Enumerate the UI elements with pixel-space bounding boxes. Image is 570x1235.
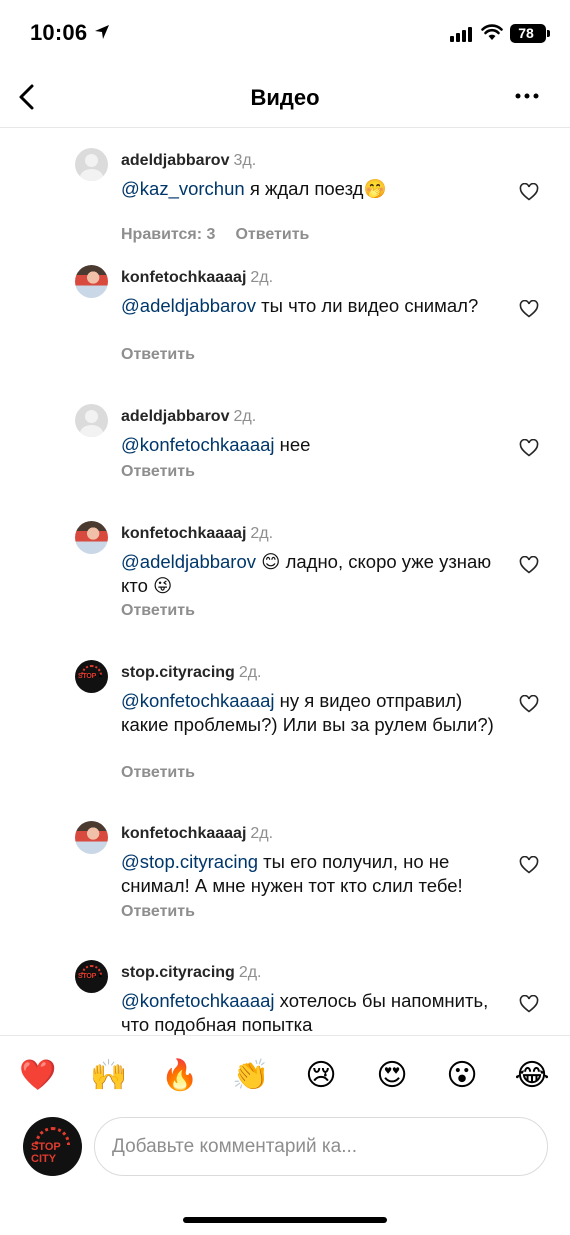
comment-time: 3д. (233, 152, 257, 169)
comment-text: @adeldjabbarov ты что ли видео снимал? (121, 294, 501, 318)
comment-mention[interactable]: @kaz_vorchun (121, 178, 245, 199)
avatar[interactable] (75, 521, 108, 554)
heart-icon[interactable] (519, 183, 539, 201)
avatar[interactable] (75, 265, 108, 298)
reply-button[interactable]: Ответить (235, 226, 309, 243)
reply-button[interactable]: Ответить (121, 764, 195, 781)
comment-time: 2д. (250, 269, 274, 286)
heart-icon[interactable] (519, 856, 539, 874)
battery-indicator: 78 (510, 24, 550, 43)
comment-body: нее (274, 434, 311, 455)
comment-username[interactable]: konfetochkaaaaj (121, 525, 246, 542)
comment-input[interactable]: Добавьте комментарий ка... (94, 1117, 548, 1176)
comment-mention[interactable]: @konfetochkaaaaj (121, 690, 275, 711)
reply-button[interactable]: Ответить (121, 602, 195, 619)
emoji-surprised-button[interactable]: 😮 (444, 1058, 480, 1094)
emoji-reaction-bar: ❤️ 🙌 🔥 👏 😢 😍 😮 😂 (0, 1035, 570, 1115)
emoji-heart-eyes-button[interactable]: 😍 (374, 1058, 410, 1094)
comment-username[interactable]: adeldjabbarov (121, 408, 229, 425)
comment-username[interactable]: konfetochkaaaaj (121, 269, 246, 286)
heart-icon[interactable] (519, 300, 539, 318)
avatar[interactable]: STOP (75, 660, 108, 693)
more-options-icon[interactable] (513, 86, 541, 106)
comment-username[interactable]: adeldjabbarov (121, 152, 229, 169)
emoji-raised-hands-button[interactable]: 🙌 (90, 1058, 127, 1094)
home-indicator (183, 1217, 387, 1223)
comment-time: 2д. (238, 664, 262, 681)
comment-text: @konfetochkaaaaj хотелось бы напомнить, … (121, 989, 501, 1035)
comment-mention[interactable]: @adeldjabbarov (121, 551, 256, 572)
status-bar: 10:06 78 (0, 0, 570, 68)
comment-mention[interactable]: @stop.cityracing (121, 851, 258, 872)
avatar[interactable]: STOP (75, 960, 108, 993)
emoji-clap-button[interactable]: 👏 (232, 1058, 269, 1094)
comments-list: adeldjabbarov 3д. @kaz_vorchun я ждал пое… (0, 129, 570, 1035)
brand-logo-icon: STOP (78, 673, 97, 680)
comment-text: @adeldjabbarov 😊 ладно, скоро уже узнаю … (121, 550, 501, 597)
emoji-heart-button[interactable]: ❤️ (19, 1058, 56, 1094)
avatar[interactable] (75, 404, 108, 437)
reply-button[interactable]: Ответить (121, 903, 195, 920)
reply-button[interactable]: Ответить (121, 463, 195, 480)
comment-time: 2д. (250, 825, 274, 842)
brand-logo-icon: STOP CITY (31, 1141, 61, 1165)
comment-composer: STOP CITY Добавьте комментарий ка... (0, 1115, 570, 1185)
emoji-cry-button[interactable]: 😢 (303, 1058, 339, 1094)
comment-text: @konfetochkaaaaj ну я видео отправил) ка… (121, 689, 501, 736)
nav-bar: Видео (0, 68, 570, 128)
comment-text: @stop.cityracing ты его получил, но не с… (121, 850, 501, 897)
avatar[interactable] (75, 148, 108, 181)
comment-time: 2д. (250, 525, 274, 542)
comment-body: я ждал поезд🤭 (244, 178, 387, 199)
comment-username[interactable]: stop.cityracing (121, 964, 235, 981)
likes-count[interactable]: Нравится: 3 (121, 226, 215, 243)
heart-icon[interactable] (519, 556, 539, 574)
reply-button[interactable]: Ответить (121, 346, 195, 363)
heart-icon[interactable] (519, 695, 539, 713)
heart-icon[interactable] (519, 439, 539, 457)
status-time: 10:06 (30, 20, 88, 45)
heart-icon[interactable] (519, 995, 539, 1013)
cellular-signal-icon (450, 27, 472, 42)
emoji-laugh-button[interactable]: 😂 (514, 1058, 550, 1094)
comment-username[interactable]: stop.cityracing (121, 664, 235, 681)
avatar[interactable] (75, 821, 108, 854)
brand-logo-icon: STOP (78, 973, 97, 980)
comment-text: @konfetochkaaaaj нее (121, 433, 501, 457)
page-title: Видео (250, 85, 320, 110)
comment-time: 2д. (238, 964, 262, 981)
comment-mention[interactable]: @konfetochkaaaaj (121, 990, 275, 1011)
comment-text: @kaz_vorchun я ждал поезд🤭 (121, 177, 501, 201)
wifi-icon (481, 24, 503, 40)
comment-mention[interactable]: @konfetochkaaaaj (121, 434, 275, 455)
comment-time: 2д. (233, 408, 257, 425)
comment-username[interactable]: konfetochkaaaaj (121, 825, 246, 842)
comment-body: ты что ли видео снимал? (256, 295, 479, 316)
comment-mention[interactable]: @adeldjabbarov (121, 295, 256, 316)
current-user-avatar: STOP CITY (23, 1117, 82, 1176)
location-arrow-icon (95, 25, 109, 39)
emoji-fire-button[interactable]: 🔥 (161, 1058, 198, 1094)
